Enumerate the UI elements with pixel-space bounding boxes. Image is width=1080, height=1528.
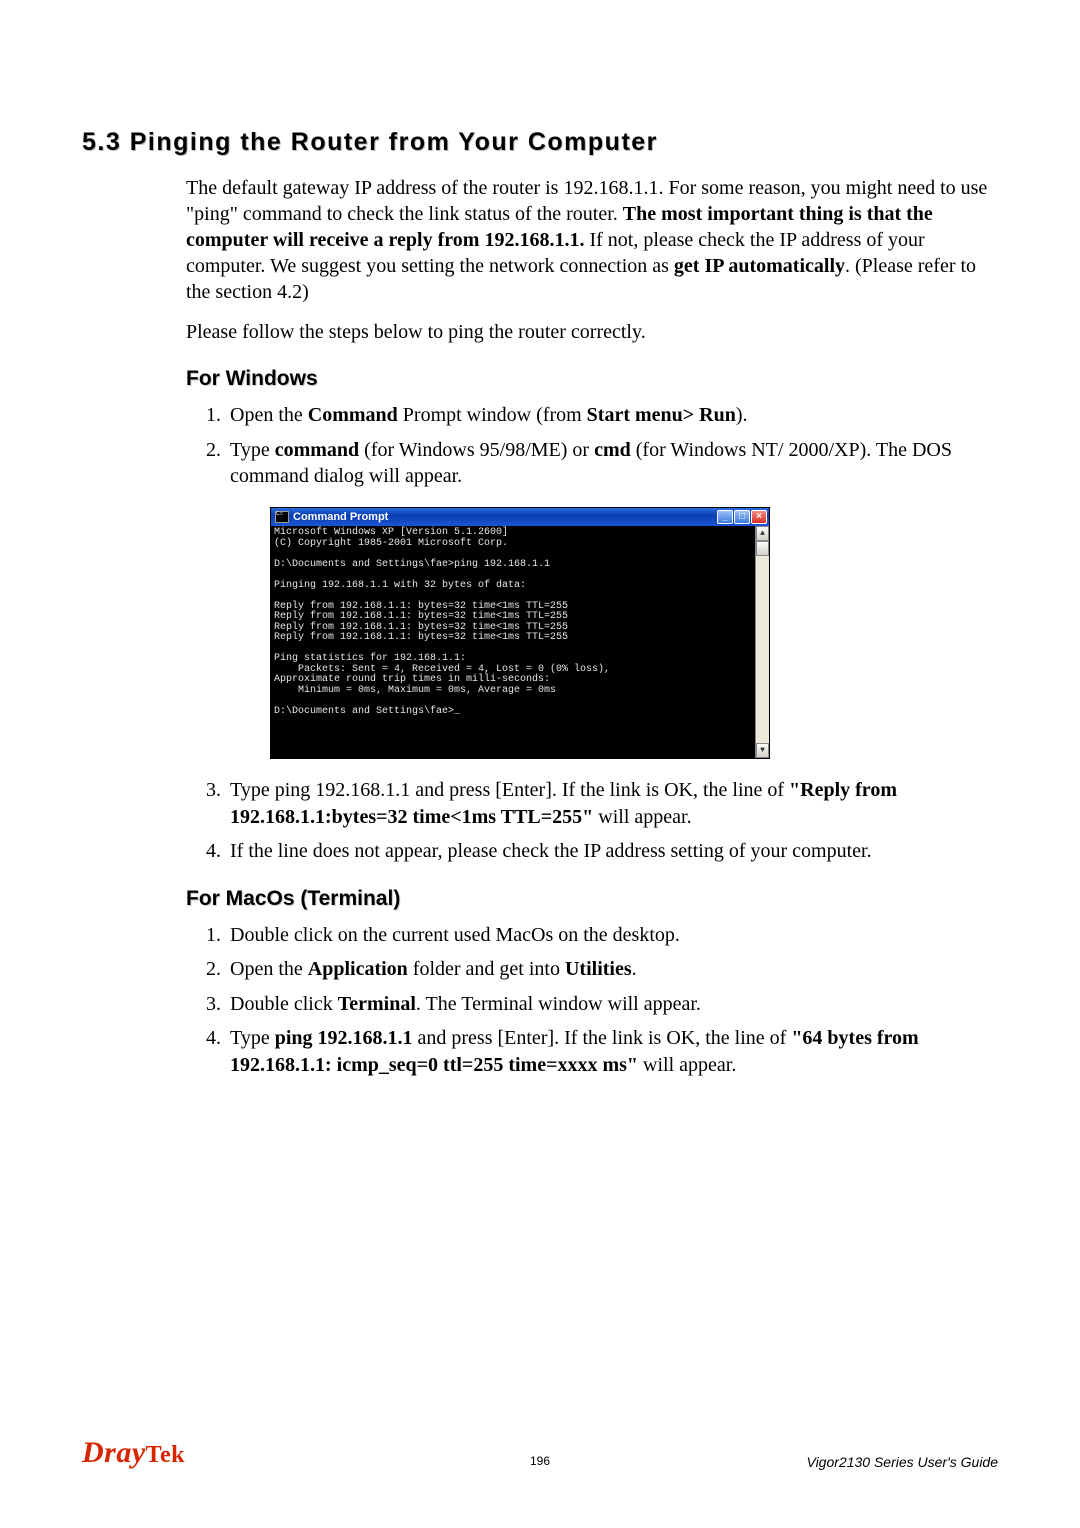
t: Type [230, 1027, 275, 1049]
t: Double click [230, 993, 338, 1015]
page-number: 196 [82, 1454, 998, 1468]
macos-step-4: Type ping 192.168.1.1 and press [Enter].… [226, 1025, 998, 1078]
maximize-icon: □ [739, 512, 745, 523]
cmd-title-left: Command Prompt [275, 511, 388, 523]
t: . The Terminal window will appear. [416, 993, 701, 1015]
intro-block: The default gateway IP address of the ro… [186, 175, 998, 1078]
windows-steps: Open the Command Prompt window (from Sta… [186, 402, 998, 864]
cmd-scrollbar[interactable]: ▲ ▼ [755, 526, 769, 758]
t: Utilities [565, 958, 632, 980]
t: Start menu> Run [587, 404, 736, 426]
windows-step-3: Type ping 192.168.1.1 and press [Enter].… [226, 777, 998, 830]
t: and press [Enter]. If the link is OK, th… [413, 1027, 792, 1049]
t: will appear. [593, 806, 691, 828]
t: Type ping 192.168.1.1 and press [Enter].… [230, 779, 789, 801]
page: 5.3 Pinging the Router from Your Compute… [0, 0, 1080, 1528]
t: Command [308, 404, 398, 426]
t: Application [308, 958, 408, 980]
close-icon: × [756, 512, 762, 523]
intro-paragraph-1: The default gateway IP address of the ro… [186, 175, 998, 305]
scroll-up-button[interactable]: ▲ [756, 526, 769, 541]
t: cmd [594, 439, 631, 461]
close-button[interactable]: × [751, 510, 767, 524]
t: Type [230, 439, 275, 461]
t: will appear. [638, 1054, 736, 1076]
windows-step-1: Open the Command Prompt window (from Sta… [226, 402, 998, 428]
windows-heading: For Windows [186, 365, 998, 392]
minimize-icon: _ [722, 512, 728, 523]
section-title-text: Pinging the Router from Your Computer [130, 128, 658, 156]
t: . [632, 958, 637, 980]
t: command [275, 439, 359, 461]
windows-step-4: If the line does not appear, please chec… [226, 838, 998, 864]
t: Prompt window (from [398, 404, 587, 426]
t: Open the [230, 404, 308, 426]
t: Open the [230, 958, 308, 980]
cmd-titlebar[interactable]: Command Prompt _ □ × [271, 508, 769, 526]
cmd-output[interactable]: Microsoft Windows XP [Version 5.1.2600] … [271, 526, 755, 758]
t: Terminal [338, 993, 416, 1015]
t: (for Windows 95/98/ME) or [359, 439, 594, 461]
minimize-button[interactable]: _ [717, 510, 733, 524]
cmd-icon [275, 511, 289, 523]
macos-steps: Double click on the current used MacOs o… [186, 922, 998, 1078]
page-footer: DrayTek 196 Vigor2130 Series User's Guid… [82, 1436, 998, 1470]
scroll-track[interactable] [756, 556, 769, 743]
macos-step-3: Double click Terminal. The Terminal wind… [226, 991, 998, 1017]
section-heading: 5.3 Pinging the Router from Your Compute… [82, 128, 998, 157]
maximize-button[interactable]: □ [734, 510, 750, 524]
chevron-up-icon: ▲ [760, 530, 765, 538]
scroll-down-button[interactable]: ▼ [756, 743, 769, 758]
t: ping 192.168.1.1 [275, 1027, 413, 1049]
intro-p1-bold2: get IP automatically [674, 255, 845, 277]
section-number: 5.3 [82, 128, 121, 156]
cmd-window-buttons: _ □ × [717, 510, 767, 524]
chevron-down-icon: ▼ [760, 747, 765, 755]
scroll-thumb[interactable] [756, 541, 769, 556]
cmd-title-text: Command Prompt [293, 512, 388, 524]
macos-heading: For MacOs (Terminal) [186, 885, 998, 912]
t: ). [736, 404, 748, 426]
command-prompt-window: Command Prompt _ □ × Microsoft Windows X… [270, 507, 770, 759]
macos-step-1: Double click on the current used MacOs o… [226, 922, 998, 948]
t: folder and get into [408, 958, 565, 980]
cmd-body-wrap: Microsoft Windows XP [Version 5.1.2600] … [271, 526, 769, 758]
macos-step-2: Open the Application folder and get into… [226, 956, 998, 982]
windows-step-2: Type command (for Windows 95/98/ME) or c… [226, 437, 998, 760]
intro-paragraph-2: Please follow the steps below to ping th… [186, 319, 998, 345]
